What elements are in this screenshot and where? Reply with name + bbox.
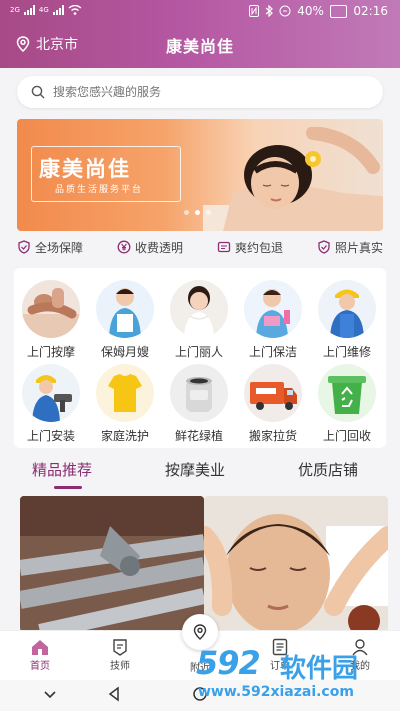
service-label: 搬家拉货	[248, 429, 297, 443]
tab-massage-beauty[interactable]: 按摩美业	[165, 459, 225, 480]
massage-icon	[22, 280, 80, 338]
banner-brand: 康美尚佳	[39, 157, 131, 181]
product-image-pipes	[20, 496, 204, 632]
chevron-down-icon[interactable]	[42, 686, 58, 702]
watermark-logo: 592 软件园 www.592xiazai.com	[196, 644, 396, 708]
content-tabs: 精品推荐 按摩美业 优质店铺	[0, 456, 400, 490]
home-icon	[32, 640, 48, 655]
nanny-icon	[96, 280, 154, 338]
product-card[interactable]	[204, 496, 388, 632]
tab-recommended[interactable]: 精品推荐	[32, 459, 92, 480]
service-grid: 上门按摩 保姆月嫂 上门丽人 上门保洁 上门维修 上门安装 家庭洗护 鲜花绿植 …	[14, 268, 386, 448]
tabbar-technician[interactable]: 技师	[95, 637, 145, 672]
service-item-recycle[interactable]: 上门回收	[310, 364, 384, 444]
banner-dot[interactable]	[184, 210, 189, 215]
guarantee-item: 爽约包退	[217, 236, 283, 258]
back-icon[interactable]	[106, 686, 122, 702]
page-title: 康美尚佳	[165, 37, 234, 56]
banner-dot[interactable]	[206, 210, 211, 215]
service-item-moving[interactable]: 搬家拉货	[236, 364, 310, 444]
search-bar[interactable]	[17, 76, 383, 108]
service-label: 上门安装	[26, 429, 75, 443]
guarantee-item: 收费透明	[117, 236, 183, 258]
nfc-icon	[249, 5, 260, 17]
service-item-plant[interactable]: 鲜花绿植	[162, 364, 236, 444]
service-item-install[interactable]: 上门安装	[14, 364, 88, 444]
beauty-icon	[170, 280, 228, 338]
service-label: 上门保洁	[248, 345, 297, 359]
wifi-icon	[68, 5, 82, 15]
signal-icon	[23, 5, 35, 15]
watermark-number: 592	[196, 644, 261, 682]
location-pin-icon	[193, 624, 207, 640]
service-label: 鲜花绿植	[174, 429, 223, 443]
service-item-repair[interactable]: 上门维修	[310, 280, 384, 360]
product-card[interactable]	[20, 496, 204, 632]
install-icon	[22, 364, 80, 422]
spa-woman-image	[203, 127, 383, 231]
bluetooth-icon	[265, 5, 274, 17]
search-input[interactable]	[53, 85, 353, 99]
guarantee-label: 照片真实	[334, 240, 383, 255]
tabbar-label: 首页	[30, 661, 50, 672]
watermark-url: www.592xiazai.com	[198, 684, 354, 700]
service-label: 上门丽人	[174, 345, 223, 359]
product-image-facial	[204, 496, 388, 632]
status-bar: 2G 4G 40% 02:16	[0, 0, 400, 24]
repair-icon	[318, 280, 376, 338]
service-label: 上门维修	[322, 345, 371, 359]
clock: 02:16	[353, 4, 388, 18]
service-item-laundry[interactable]: 家庭洗护	[88, 364, 162, 444]
technician-icon	[113, 639, 127, 656]
verified-icon	[318, 240, 330, 254]
tabbar-home[interactable]: 首页	[15, 637, 65, 672]
banner-tagline: 品质生活服务平台	[55, 185, 144, 195]
search-icon	[31, 85, 45, 99]
guarantee-item: 全场保障	[17, 236, 83, 258]
active-tab-indicator	[54, 486, 82, 489]
laundry-icon	[96, 364, 154, 422]
battery-percent: 40%	[297, 4, 324, 18]
network-type-4g: 4G	[38, 6, 49, 14]
guarantee-row: 全场保障 收费透明 爽约包退 照片真实	[17, 236, 383, 258]
plant-icon	[170, 364, 228, 422]
tabbar-label: 技师	[110, 661, 130, 672]
watermark-name: 软件园	[280, 654, 359, 684]
network-type-2g: 2G	[10, 6, 20, 14]
moving-truck-icon	[244, 364, 302, 422]
refund-icon	[217, 241, 231, 253]
guarantee-label: 爽约包退	[234, 240, 283, 255]
battery-icon	[329, 4, 348, 18]
banner-dot[interactable]	[195, 210, 200, 215]
service-label: 上门回收	[322, 429, 371, 443]
cleaning-icon	[244, 280, 302, 338]
guarantee-label: 全场保障	[35, 240, 84, 255]
guarantee-item: 照片真实	[317, 236, 383, 258]
guarantee-label: 收费透明	[134, 240, 183, 255]
signal-icon-2	[52, 5, 64, 15]
service-item-cleaning[interactable]: 上门保洁	[236, 280, 310, 360]
service-label: 家庭洗护	[100, 429, 149, 443]
service-item-massage[interactable]: 上门按摩	[14, 280, 88, 360]
yen-icon	[117, 240, 131, 254]
service-item-nanny[interactable]: 保姆月嫂	[88, 280, 162, 360]
service-label: 保姆月嫂	[100, 345, 149, 359]
recycle-icon	[318, 364, 376, 422]
shield-icon	[18, 240, 30, 254]
app-header: 北京市 康美尚佳	[0, 28, 400, 60]
service-item-beauty[interactable]: 上门丽人	[162, 280, 236, 360]
battery-saver-icon	[279, 5, 291, 17]
tab-quality-shops[interactable]: 优质店铺	[298, 459, 358, 480]
banner-pagination	[184, 210, 211, 215]
service-label: 上门按摩	[26, 345, 75, 359]
